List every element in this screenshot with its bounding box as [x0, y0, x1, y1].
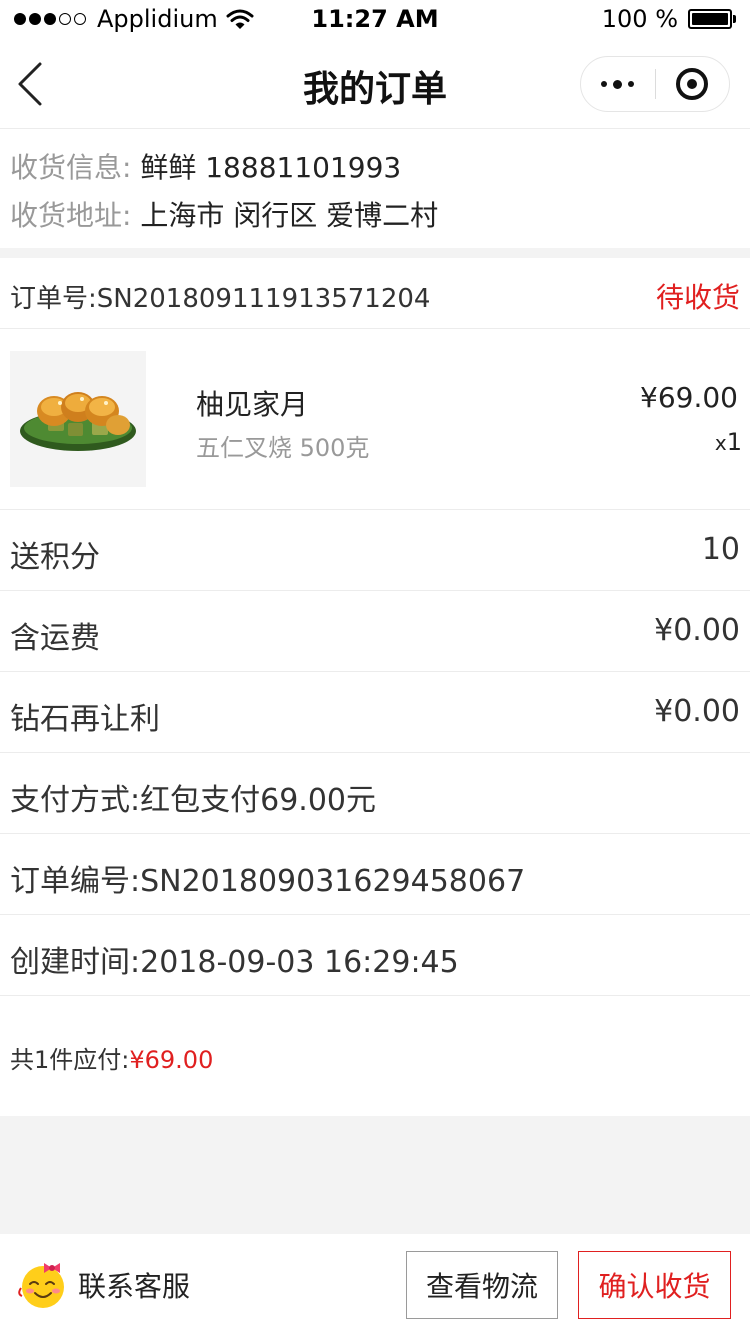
- divider: [0, 833, 750, 834]
- product-quantity: x1: [715, 428, 742, 456]
- status-bar: Applidium 11:27 AM 100 %: [0, 0, 750, 40]
- shipping-address-label: 收货地址:: [10, 199, 132, 232]
- more-dots-icon: [598, 79, 637, 89]
- diamond-discount-value: ¥0.00: [654, 694, 740, 729]
- divider: [0, 914, 750, 915]
- order-total: 共1件应付:¥69.00: [10, 1040, 213, 1075]
- diamond-discount-label: 钻石再让利: [10, 702, 160, 737]
- close-button[interactable]: [656, 57, 730, 111]
- status-bar-right: 100 %: [602, 5, 736, 33]
- view-logistics-button[interactable]: 查看物流: [406, 1251, 558, 1319]
- confirm-receipt-button[interactable]: 确认收货: [578, 1251, 731, 1319]
- shipping-fee-value: ¥0.00: [654, 613, 740, 648]
- smiley-bow-icon: [18, 1263, 64, 1308]
- empty-area: [0, 1116, 750, 1234]
- product-thumbnail[interactable]: [10, 351, 146, 487]
- more-button[interactable]: [581, 57, 655, 111]
- target-icon: [676, 68, 709, 100]
- total-amount: ¥69.00: [129, 1046, 214, 1074]
- product-name: 柚见家月: [196, 388, 309, 421]
- shipping-fee-label: 含运费: [10, 621, 100, 656]
- divider: [0, 995, 750, 996]
- total-prefix: 共1件应付:: [10, 1046, 130, 1074]
- mini-program-capsule: [580, 56, 730, 112]
- points-value: 10: [701, 532, 740, 567]
- quantity-prefix: x: [714, 431, 727, 455]
- divider: [0, 671, 750, 672]
- order-serial-number: 订单编号:SN20180903162945806​7: [10, 864, 526, 899]
- order-number: 订单号:SN20180911191357120​4: [10, 284, 431, 314]
- points-label: 送积分: [10, 540, 100, 575]
- product-spec: 五仁叉烧 500克: [196, 434, 370, 462]
- divider: [0, 328, 750, 329]
- quantity-value: 1: [726, 428, 742, 456]
- battery-icon: [688, 9, 736, 29]
- mooncake-image: [20, 392, 136, 451]
- section-gap: [0, 248, 750, 258]
- shipping-info-label: 收货信息:: [10, 151, 132, 184]
- bottom-action-bar: 联系客服 查看物流 确认收货: [0, 1234, 750, 1334]
- shipping-info-value: 鲜鲜 18881101993: [140, 151, 402, 184]
- customer-service-button[interactable]: 联系客服: [18, 1260, 190, 1310]
- shipping-address: 收货地址: 上海市 闵行区 爱博二村: [10, 194, 438, 234]
- shipping-address-value: 上海市 闵行区 爱博二村: [140, 199, 439, 232]
- battery-percentage: 100 %: [601, 5, 678, 33]
- divider: [0, 752, 750, 753]
- product-price: ¥69.00: [640, 381, 738, 414]
- payment-method: 支付方式:红包支付69.00元: [10, 783, 376, 818]
- created-time: 创建时间:2018-09-03 16:29:45: [10, 945, 459, 980]
- order-status: 待收货: [655, 281, 740, 314]
- customer-service-label: 联系客服: [78, 1270, 191, 1303]
- nav-bar: 我的订单: [0, 40, 750, 128]
- divider: [0, 128, 750, 129]
- divider: [0, 509, 750, 510]
- divider: [0, 590, 750, 591]
- shipping-info: 收货信息: 鲜鲜 18881101993: [10, 146, 401, 186]
